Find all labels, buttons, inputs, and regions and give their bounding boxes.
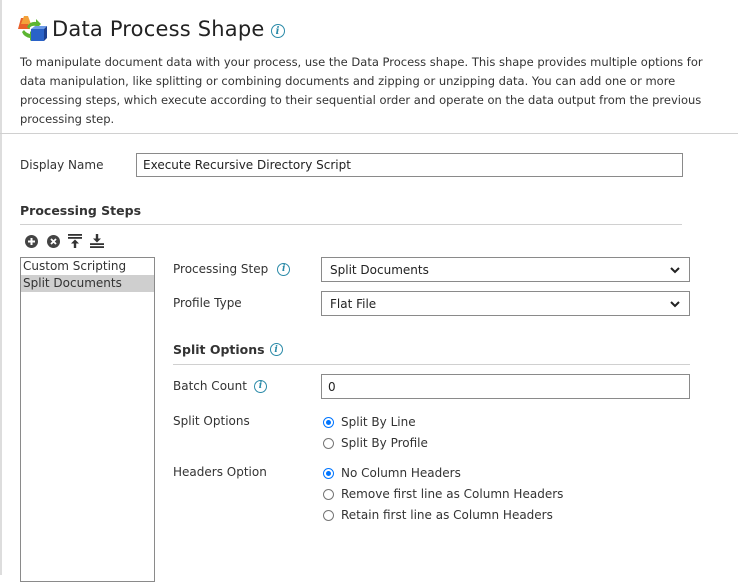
- move-top-icon[interactable]: [68, 234, 82, 248]
- radio-split-by-profile[interactable]: Split By Profile: [323, 436, 428, 450]
- radio-label: Split By Profile: [341, 436, 428, 450]
- move-bottom-icon[interactable]: [90, 234, 104, 248]
- split-options-section-title-text: Split Options: [173, 342, 265, 357]
- radio-label: Retain first line as Column Headers: [341, 508, 553, 522]
- page-title: Data Process Shape: [52, 17, 265, 41]
- processing-steps-title: Processing Steps: [20, 203, 141, 218]
- split-options-section-title: Split Options i: [173, 342, 283, 357]
- list-item-split-documents[interactable]: Split Documents: [21, 275, 154, 292]
- header: Data Process Shape i To manipulate docum…: [0, 0, 738, 134]
- profile-type-label: Profile Type: [173, 296, 242, 310]
- plus-circle-icon[interactable]: [24, 234, 38, 248]
- headers-option-label: Headers Option: [173, 465, 267, 479]
- processing-steps-title-text: Processing Steps: [20, 203, 142, 218]
- info-icon[interactable]: i: [253, 379, 267, 393]
- title-row: Data Process Shape i: [18, 14, 285, 44]
- batch-count-label: Batch Count i: [173, 379, 267, 393]
- radio-button[interactable]: [323, 509, 334, 521]
- list-item-custom-scripting[interactable]: Custom Scripting: [21, 258, 154, 275]
- profile-type-select[interactable]: Flat File: [321, 291, 690, 316]
- radio-button[interactable]: [323, 467, 334, 479]
- radio-button[interactable]: [323, 488, 334, 500]
- display-name-label: Display Name: [20, 158, 104, 172]
- x-circle-icon[interactable]: [46, 234, 60, 248]
- chevron-down-icon: [670, 266, 680, 273]
- page-description: To manipulate document data with your pr…: [20, 55, 703, 126]
- radio-label: Remove first line as Column Headers: [341, 487, 564, 501]
- profile-type-value: Flat File: [330, 296, 377, 311]
- divider: [20, 224, 682, 225]
- radio-label: No Column Headers: [341, 466, 461, 480]
- radio-button[interactable]: [323, 437, 334, 449]
- divider: [173, 364, 690, 365]
- data-process-shape-icon: [18, 14, 48, 44]
- steps-toolbar: [24, 234, 104, 248]
- display-name-input[interactable]: Execute Recursive Directory Script: [136, 153, 683, 177]
- processing-steps-list[interactable]: Custom Scripting Split Documents: [20, 257, 155, 582]
- radio-label: Split By Line: [341, 415, 416, 429]
- radio-button[interactable]: [323, 416, 334, 428]
- radio-no-column-headers[interactable]: No Column Headers: [323, 466, 461, 480]
- info-icon[interactable]: i: [277, 262, 291, 276]
- info-icon[interactable]: i: [269, 343, 283, 356]
- batch-count-input[interactable]: 0: [321, 374, 690, 399]
- chevron-down-icon: [670, 300, 680, 307]
- radio-split-by-line[interactable]: Split By Line: [323, 415, 416, 429]
- radio-remove-first-line[interactable]: Remove first line as Column Headers: [323, 487, 563, 501]
- processing-step-select[interactable]: Split Documents: [321, 257, 690, 282]
- split-options-label: Split Options: [173, 414, 250, 428]
- processing-step-label: Processing Step i: [173, 262, 291, 276]
- radio-retain-first-line[interactable]: Retain first line as Column Headers: [323, 508, 553, 522]
- processing-step-value: Split Documents: [330, 262, 429, 277]
- batch-count-label-text: Batch Count: [173, 379, 247, 393]
- processing-step-label-text: Processing Step: [173, 262, 269, 276]
- info-icon[interactable]: i: [270, 24, 285, 38]
